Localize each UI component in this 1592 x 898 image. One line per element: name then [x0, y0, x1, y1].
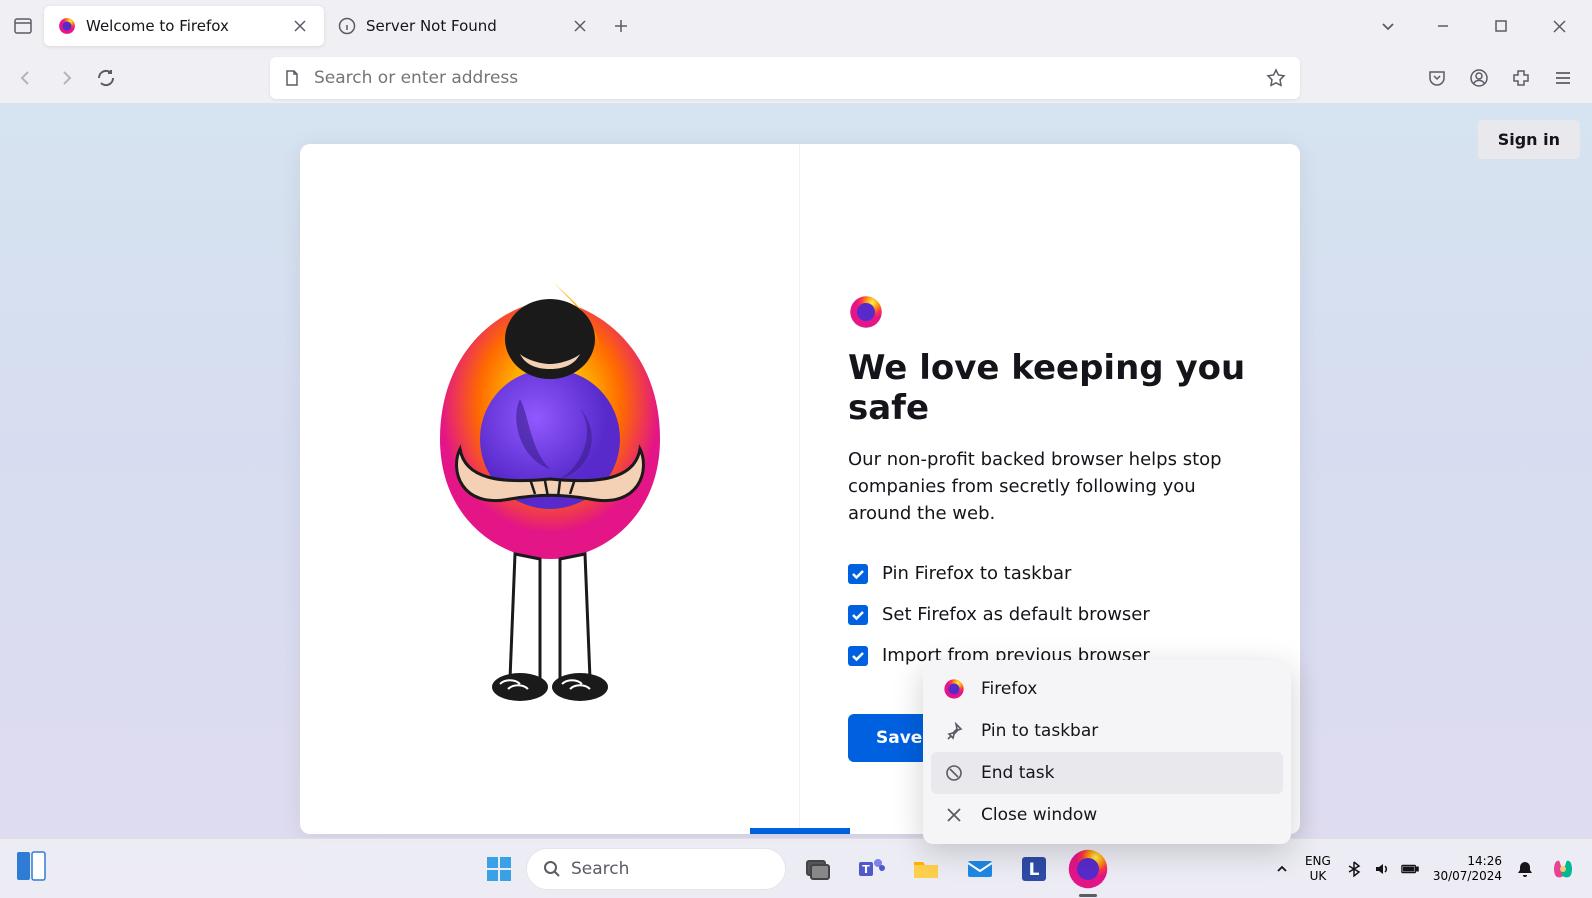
checkmark-icon — [848, 605, 868, 625]
checkbox-set-default[interactable]: Set Firefox as default browser — [848, 604, 1252, 625]
search-placeholder: Search — [571, 859, 629, 879]
tabs-dropdown-button[interactable] — [1364, 6, 1412, 46]
pocket-button[interactable] — [1418, 59, 1456, 97]
search-icon — [543, 860, 561, 878]
start-button[interactable] — [482, 852, 516, 886]
progress-indicator — [750, 828, 850, 834]
svg-text:T: T — [862, 863, 870, 876]
context-menu-app-header[interactable]: Firefox — [931, 668, 1283, 710]
bluetooth-icon[interactable] — [1345, 860, 1363, 878]
context-menu-close-window[interactable]: Close window — [931, 794, 1283, 836]
language-indicator[interactable]: ENG UK — [1305, 854, 1331, 883]
notifications-icon[interactable] — [1516, 860, 1534, 878]
navigation-bar — [0, 52, 1592, 104]
extensions-button[interactable] — [1502, 59, 1540, 97]
end-task-icon — [943, 762, 965, 784]
checkbox-label: Pin Firefox to taskbar — [882, 563, 1071, 584]
page-icon — [282, 68, 302, 88]
context-menu-label: Close window — [981, 805, 1097, 825]
welcome-description: Our non-profit backed browser helps stop… — [848, 446, 1252, 527]
checkmark-icon — [848, 564, 868, 584]
taskbar-context-menu: Firefox Pin to taskbar End task Close wi… — [923, 660, 1291, 844]
app-menu-button[interactable] — [1544, 59, 1582, 97]
firefox-logo-icon — [848, 294, 884, 330]
pin-icon — [943, 720, 965, 742]
svg-text:L: L — [1029, 860, 1040, 880]
checkbox-pin-taskbar[interactable]: Pin Firefox to taskbar — [848, 563, 1252, 584]
info-icon — [338, 17, 356, 35]
welcome-heading: We love keeping you safe — [848, 348, 1252, 428]
taskbar-app-firefox[interactable] — [1066, 847, 1110, 891]
tab-server-not-found[interactable]: Server Not Found — [324, 6, 604, 46]
context-menu-label: Pin to taskbar — [981, 721, 1098, 741]
close-icon — [943, 804, 965, 826]
new-tab-button[interactable] — [604, 9, 638, 43]
page-content: Sign in — [0, 104, 1592, 838]
firefox-hug-illustration — [400, 269, 700, 709]
taskbar-app-explorer[interactable] — [904, 847, 948, 891]
sign-in-button[interactable]: Sign in — [1478, 120, 1580, 159]
taskbar-search[interactable]: Search — [526, 848, 786, 890]
windows-taskbar: Search T L ENG UK — [0, 838, 1592, 898]
battery-icon[interactable] — [1401, 860, 1419, 878]
forward-button[interactable] — [50, 59, 82, 97]
recent-tabs-button[interactable] — [6, 9, 40, 43]
checkbox-label: Set Firefox as default browser — [882, 604, 1150, 625]
window-maximize-button[interactable] — [1474, 6, 1528, 46]
back-button[interactable] — [10, 59, 42, 97]
welcome-illustration-panel — [300, 144, 800, 834]
checkmark-icon — [848, 646, 868, 666]
tab-welcome-firefox[interactable]: Welcome to Firefox — [44, 6, 324, 46]
tabs-container: Welcome to Firefox Server Not Found — [44, 6, 1412, 46]
context-menu-pin[interactable]: Pin to taskbar — [931, 710, 1283, 752]
window-minimize-button[interactable] — [1416, 6, 1470, 46]
copilot-icon[interactable] — [1548, 854, 1578, 884]
firefox-favicon — [58, 17, 76, 35]
context-menu-label: Firefox — [981, 679, 1037, 699]
widgets-button[interactable] — [14, 849, 54, 889]
taskbar-app-teams[interactable]: T — [850, 847, 894, 891]
taskbar-app-mail[interactable] — [958, 847, 1002, 891]
close-icon[interactable] — [570, 16, 590, 36]
window-close-button[interactable] — [1532, 6, 1586, 46]
address-input[interactable] — [314, 68, 1252, 88]
reload-button[interactable] — [90, 59, 122, 97]
volume-icon[interactable] — [1373, 860, 1391, 878]
context-menu-end-task[interactable]: End task — [931, 752, 1283, 794]
tab-bar: Welcome to Firefox Server Not Found — [0, 0, 1592, 52]
tray-overflow-button[interactable] — [1273, 860, 1291, 878]
bookmark-star-icon[interactable] — [1264, 66, 1288, 90]
address-bar[interactable] — [270, 57, 1300, 99]
clock-date[interactable]: 14:26 30/07/2024 — [1433, 854, 1502, 883]
tab-title: Server Not Found — [366, 17, 560, 35]
account-button[interactable] — [1460, 59, 1498, 97]
taskbar-app-task-view[interactable] — [796, 847, 840, 891]
firefox-icon — [943, 678, 965, 700]
close-icon[interactable] — [290, 16, 310, 36]
tab-title: Welcome to Firefox — [86, 17, 280, 35]
context-menu-label: End task — [981, 763, 1055, 783]
taskbar-app-l[interactable]: L — [1012, 847, 1056, 891]
